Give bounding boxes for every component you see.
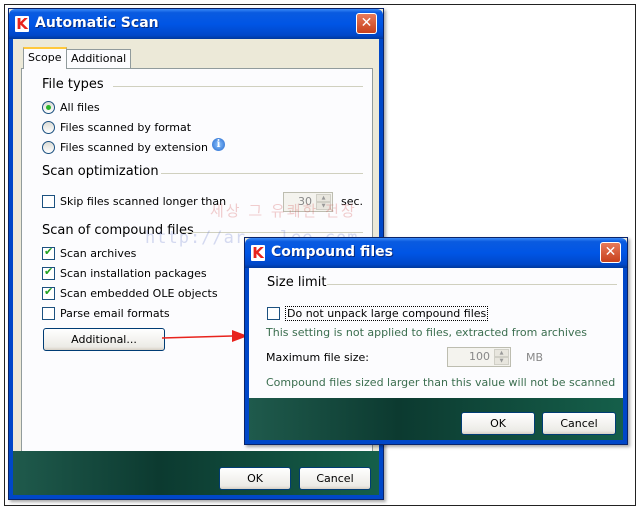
compound-files-window: K Compound files ✕ Size limit Do not unp…: [244, 237, 628, 445]
radio-all-files[interactable]: All files: [42, 101, 100, 114]
ok-button[interactable]: OK: [219, 467, 291, 490]
red-arrow-icon: [161, 330, 248, 342]
radio-all-files-label: All files: [60, 101, 100, 114]
max-file-size-stepper[interactable]: 100 ▲ ▼: [447, 347, 511, 367]
max-file-size-label: Maximum file size:: [266, 351, 369, 364]
parse-email-label: Parse email formats: [60, 307, 170, 320]
cancel-button[interactable]: Cancel: [299, 467, 371, 490]
scan-installation-packages-label: Scan installation packages: [60, 267, 207, 280]
compound-title-bar: K Compound files ✕: [245, 238, 627, 268]
scan-installation-packages-checkbox[interactable]: [42, 265, 55, 280]
scan-archives-checkbox[interactable]: [42, 245, 55, 260]
scan-optimization-divider: [161, 173, 363, 174]
info-icon[interactable]: i: [211, 138, 225, 151]
radio-by-extension[interactable]: Files scanned by extension i: [42, 138, 225, 154]
max-file-size-value: 100: [469, 350, 490, 363]
file-types-heading: File types: [42, 77, 104, 92]
tab-scope-label: Scope: [28, 51, 62, 64]
radio-by-format-label: Files scanned by format: [60, 121, 192, 134]
radio-by-extension-label: Files scanned by extension: [60, 141, 208, 154]
scan-archives-label: Scan archives: [60, 247, 137, 260]
watermark-korean: 세상 그 유쾌한 전장: [210, 202, 357, 220]
stepper-arrows[interactable]: ▲ ▼: [494, 349, 509, 365]
skip-files-checkbox[interactable]: [42, 195, 55, 208]
compound-window-title: Compound files: [271, 244, 393, 260]
size-limit-note: Compound files sized larger than this va…: [266, 376, 616, 389]
do-not-unpack-option[interactable]: Do not unpack large compound files: [267, 306, 489, 321]
radio-button[interactable]: [42, 121, 55, 134]
radio-by-format[interactable]: Files scanned by format: [42, 121, 191, 134]
tab-scope[interactable]: Scope: [23, 47, 67, 69]
compound-cancel-button[interactable]: Cancel: [542, 412, 616, 435]
skip-files-label: Skip files scanned longer than: [60, 195, 227, 208]
scan-ole-objects-checkbox[interactable]: [42, 285, 55, 300]
size-limit-heading: Size limit: [267, 275, 327, 290]
compound-ok-button[interactable]: OK: [461, 412, 535, 435]
radio-button[interactable]: [42, 141, 55, 154]
scan-ole-objects-label: Scan embedded OLE objects: [60, 287, 218, 300]
close-button[interactable]: ✕: [356, 13, 377, 34]
skip-files-option[interactable]: Skip files scanned longer than: [42, 195, 226, 208]
scan-ole-objects-option[interactable]: Scan embedded OLE objects: [42, 285, 218, 300]
scan-optimization-heading: Scan optimization: [42, 164, 159, 179]
kaspersky-logo-icon: K: [15, 15, 29, 33]
tab-additional-label: Additional: [71, 52, 127, 65]
do-not-unpack-checkbox[interactable]: [267, 307, 280, 320]
additional-button[interactable]: Additional...: [43, 328, 165, 351]
scan-installation-packages-option[interactable]: Scan installation packages: [42, 265, 207, 280]
size-limit-divider: [327, 284, 617, 285]
archives-note: This setting is not applied to files, ex…: [266, 326, 587, 339]
compound-close-button[interactable]: ✕: [600, 242, 621, 263]
parse-email-checkbox[interactable]: [42, 307, 55, 320]
kaspersky-logo-icon: K: [251, 244, 265, 262]
radio-button-selected[interactable]: [42, 101, 55, 114]
max-file-size-unit: MB: [526, 351, 544, 364]
parse-email-option[interactable]: Parse email formats: [42, 307, 170, 320]
window-title: Automatic Scan: [35, 15, 159, 31]
do-not-unpack-label: Do not unpack large compound files: [285, 306, 489, 321]
scan-archives-option[interactable]: Scan archives: [42, 245, 137, 260]
tab-additional[interactable]: Additional: [66, 49, 132, 69]
title-bar: K Automatic Scan ✕: [9, 9, 383, 39]
file-types-divider: [113, 86, 363, 87]
